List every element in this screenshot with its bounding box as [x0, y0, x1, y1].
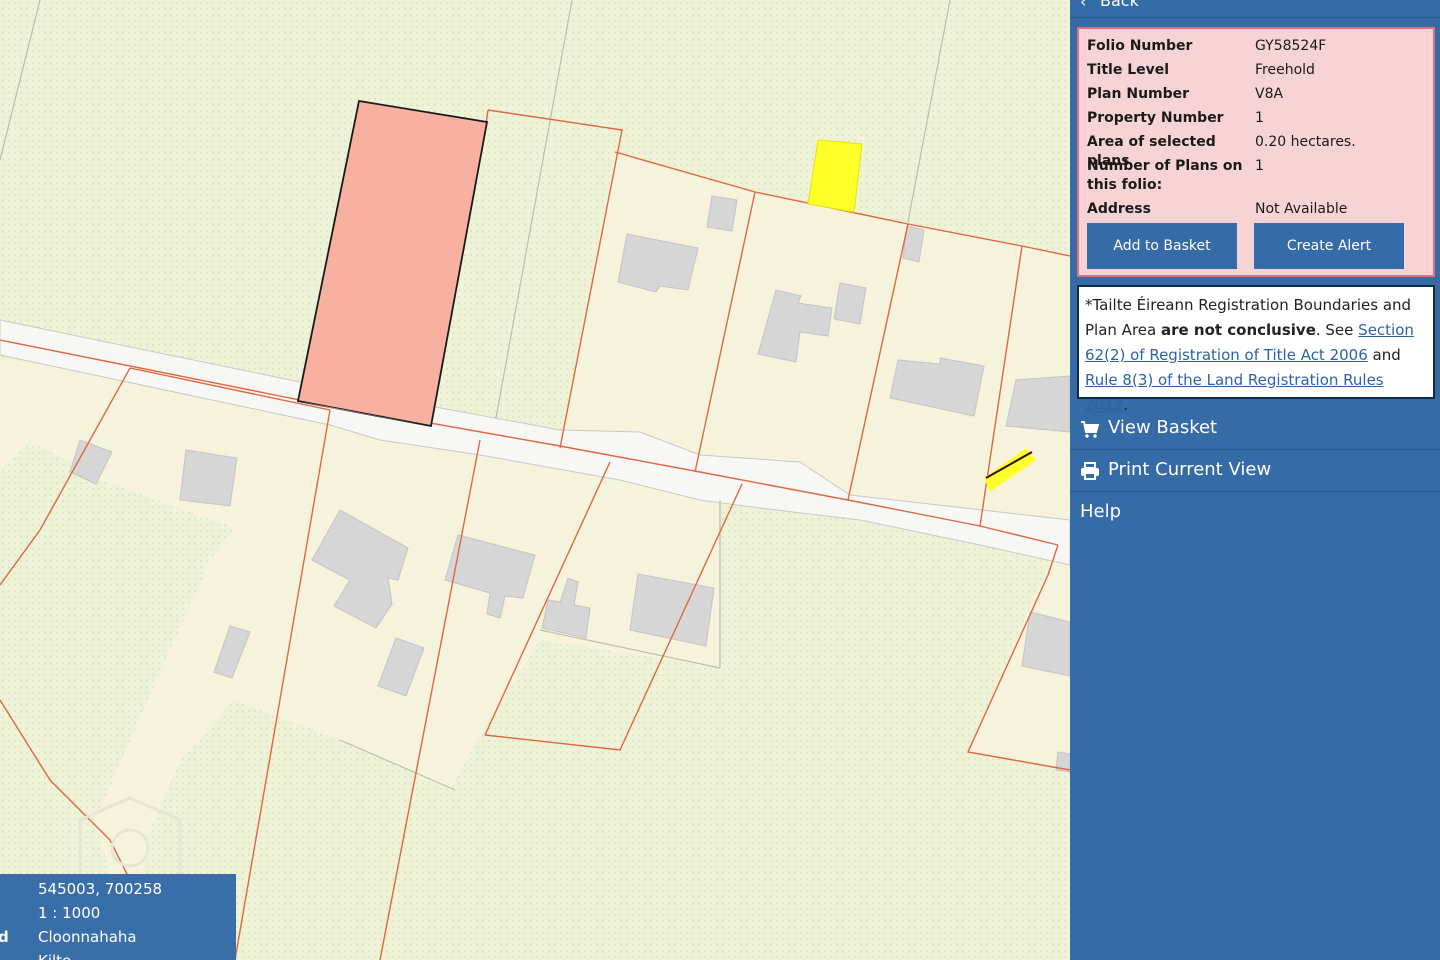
notice-text: and	[1367, 346, 1401, 364]
area-value: 0.20 hectares.	[1255, 134, 1356, 150]
address-value: Not Available	[1255, 201, 1348, 217]
map-info-box: 545003, 700258 1 : 1000 d Cloonnahaha Ki…	[0, 874, 236, 960]
address-label: Address	[1087, 201, 1151, 217]
view-basket-label: View Basket	[1108, 417, 1218, 438]
townland-key: d	[0, 928, 9, 946]
notice-text: . See	[1315, 321, 1359, 339]
yellow-marker	[807, 139, 863, 213]
print-view-label: Print Current View	[1108, 459, 1272, 480]
disclaimer-notice: *Tailte Éireann Registration Boundaries …	[1077, 285, 1435, 414]
help-label: Help	[1080, 501, 1122, 522]
coordinates-row: 545003, 700258	[0, 880, 236, 904]
chevron-left-icon: ‹	[1080, 0, 1087, 11]
map-canvas[interactable]: 545003, 700258 1 : 1000 d Cloonnahaha Ki…	[0, 0, 1070, 960]
folio-number-label: Folio Number	[1087, 38, 1193, 54]
property-number-label: Property Number	[1087, 110, 1224, 126]
partial-value: Kilte...	[38, 952, 86, 960]
add-to-basket-button[interactable]: Add to Basket	[1087, 223, 1237, 269]
back-link[interactable]: ‹ Back	[1070, 0, 1440, 18]
partial-row: Kilte...	[0, 952, 236, 960]
plans-count-value: 1	[1255, 158, 1264, 174]
notice-bold: are not conclusive	[1160, 321, 1316, 339]
printer-icon	[1081, 462, 1099, 480]
coordinates-value: 545003, 700258	[38, 880, 163, 898]
townland-value: Cloonnahaha	[38, 928, 137, 946]
plans-count-label: Number of Plans on this folio:	[1087, 158, 1243, 193]
developed-parcels	[0, 152, 1070, 940]
create-alert-button[interactable]: Create Alert	[1254, 223, 1404, 269]
property-number-value: 1	[1255, 110, 1264, 126]
view-basket-item[interactable]: View Basket	[1070, 408, 1440, 450]
cart-icon	[1081, 421, 1100, 438]
map-graphics	[0, 0, 1070, 960]
selected-plot[interactable]	[296, 99, 489, 428]
scale-row: 1 : 1000	[0, 904, 236, 928]
plan-number-value: V8A	[1255, 86, 1284, 102]
print-view-item[interactable]: Print Current View	[1070, 450, 1440, 492]
scale-value: 1 : 1000	[38, 904, 101, 922]
plan-number-label: Plan Number	[1087, 86, 1190, 102]
back-label: Back	[1100, 0, 1139, 10]
title-level-label: Title Level	[1087, 62, 1170, 78]
folio-number-value: GY58524F	[1255, 38, 1327, 54]
folio-details-card: Folio Number GY58524F Title Level Freeho…	[1077, 27, 1435, 277]
help-item[interactable]: Help	[1070, 492, 1440, 534]
townland-row: d Cloonnahaha	[0, 928, 236, 952]
side-panel: ‹ Back Folio Number GY58524F Title Level…	[1070, 0, 1440, 960]
title-level-value: Freehold	[1255, 62, 1315, 78]
